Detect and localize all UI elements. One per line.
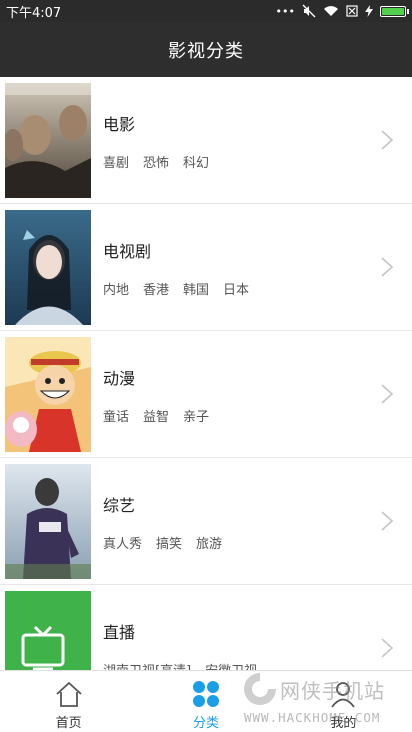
category-name: 电影 [103,115,136,134]
tag[interactable]: 日本 [223,279,249,298]
category-tags: 童话 益智 亲子 [103,406,209,425]
chevron-right-icon [381,257,394,277]
category-name: 直播 [103,623,136,642]
tag[interactable]: 恐怖 [143,152,169,171]
category-tags: 内地 香港 韩国 日本 [103,279,249,298]
chevron-right-icon [381,384,394,404]
tab-label: 首页 [55,716,82,731]
tag[interactable]: 科幻 [183,152,209,171]
status-time: 下午4:07 [6,5,62,21]
page-title: 影视分类 [168,40,244,62]
user-icon [331,682,356,708]
anime-poster [5,337,91,452]
tag[interactable]: 韩国 [183,279,209,298]
movie-poster [5,83,91,198]
title-bar: 影视分类 [0,22,412,77]
charging-icon [365,5,373,17]
mute-icon [302,4,316,18]
tag[interactable]: 香港 [143,279,169,298]
tag[interactable]: 内地 [103,279,129,298]
variety-poster [5,464,91,579]
chevron-right-icon [381,511,394,531]
tag[interactable]: 旅游 [196,533,222,552]
tag[interactable]: 真人秀 [103,533,142,552]
category-list: 电影 喜剧 恐怖 科幻 电视剧 内地 香港 韩国 日本 动漫 童话 益智 亲子 … [0,77,412,712]
tab-label: 分类 [192,716,219,731]
status-bar: 下午4:07 ••• [0,0,412,22]
more-dots-icon: ••• [275,4,295,18]
home-icon [56,682,82,707]
chevron-right-icon [381,130,394,150]
category-tags: 真人秀 搞笑 旅游 [103,533,222,552]
tab-label: 我的 [330,716,357,731]
category-name: 动漫 [103,369,136,388]
no-sim-icon [346,5,358,17]
tab-category[interactable]: 分类 [137,671,274,732]
bottom-tab-bar: 首页 分类 我的 [0,670,412,732]
tag[interactable]: 童话 [103,406,129,425]
category-tags: 喜剧 恐怖 科幻 [103,152,209,171]
tag[interactable]: 益智 [143,406,169,425]
category-row-movie[interactable]: 电影 喜剧 恐怖 科幻 [0,77,412,204]
category-name: 综艺 [103,496,136,515]
category-grid-icon [192,681,219,707]
tv-series-poster [5,210,91,325]
category-row-tv-series[interactable]: 电视剧 内地 香港 韩国 日本 [0,204,412,331]
wifi-icon [324,6,338,16]
chevron-right-icon [381,638,394,658]
category-name: 电视剧 [103,242,152,261]
tab-mine[interactable]: 我的 [275,671,412,732]
tag[interactable]: 亲子 [183,406,209,425]
tag[interactable]: 搞笑 [156,533,182,552]
status-icons: ••• [275,4,409,18]
tag[interactable]: 喜剧 [103,152,129,171]
battery-icon [380,5,409,17]
category-row-variety[interactable]: 综艺 真人秀 搞笑 旅游 [0,458,412,585]
category-row-anime[interactable]: 动漫 童话 益智 亲子 [0,331,412,458]
tab-home[interactable]: 首页 [0,671,137,732]
